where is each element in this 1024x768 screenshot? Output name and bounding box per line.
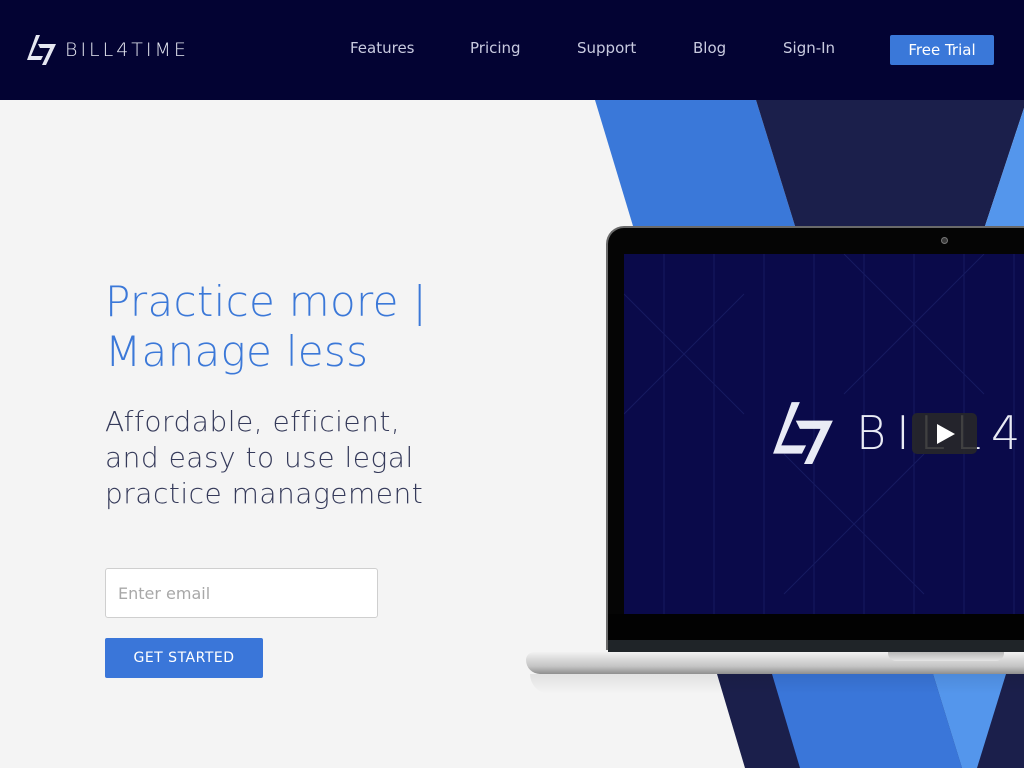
- video-logo: BILL4: [770, 400, 1024, 466]
- laptop-notch: [888, 652, 1004, 661]
- laptop-hinge: [608, 640, 1024, 652]
- bill4time-logo-icon: [27, 35, 56, 65]
- nav-sign-in[interactable]: Sign-In: [783, 39, 835, 57]
- nav-support[interactable]: Support: [577, 39, 636, 57]
- hero-title-line1: Practice more |: [105, 277, 427, 326]
- nav-pricing[interactable]: Pricing: [470, 39, 521, 57]
- nav-features[interactable]: Features: [350, 39, 415, 57]
- stripe-navy-top: [756, 100, 1024, 226]
- hero-subtitle: Affordable, efficient, and easy to use l…: [105, 404, 423, 512]
- hero-title: Practice more | Manage less: [105, 277, 427, 377]
- hero-subtitle-line3: practice management: [105, 477, 424, 510]
- laptop-camera-icon: [941, 237, 948, 244]
- play-icon: [937, 423, 955, 444]
- logo-text: BILL4TIME: [65, 38, 189, 61]
- site-header: BILL4TIME Features Pricing Support Blog …: [0, 0, 1024, 100]
- hero-subtitle-line2: and easy to use legal: [105, 441, 414, 474]
- get-started-button[interactable]: GET STARTED: [105, 638, 263, 678]
- hero-title-line2: Manage less: [105, 327, 369, 376]
- laptop-shadow: [530, 674, 1024, 694]
- free-trial-button[interactable]: Free Trial: [890, 35, 994, 65]
- email-input[interactable]: [105, 568, 378, 618]
- bill4time-video-logo-icon: [773, 402, 833, 464]
- logo-link[interactable]: BILL4TIME: [26, 34, 189, 66]
- play-button[interactable]: [912, 413, 977, 454]
- hero-subtitle-line1: Affordable, efficient,: [105, 405, 401, 438]
- nav-blog[interactable]: Blog: [693, 39, 726, 57]
